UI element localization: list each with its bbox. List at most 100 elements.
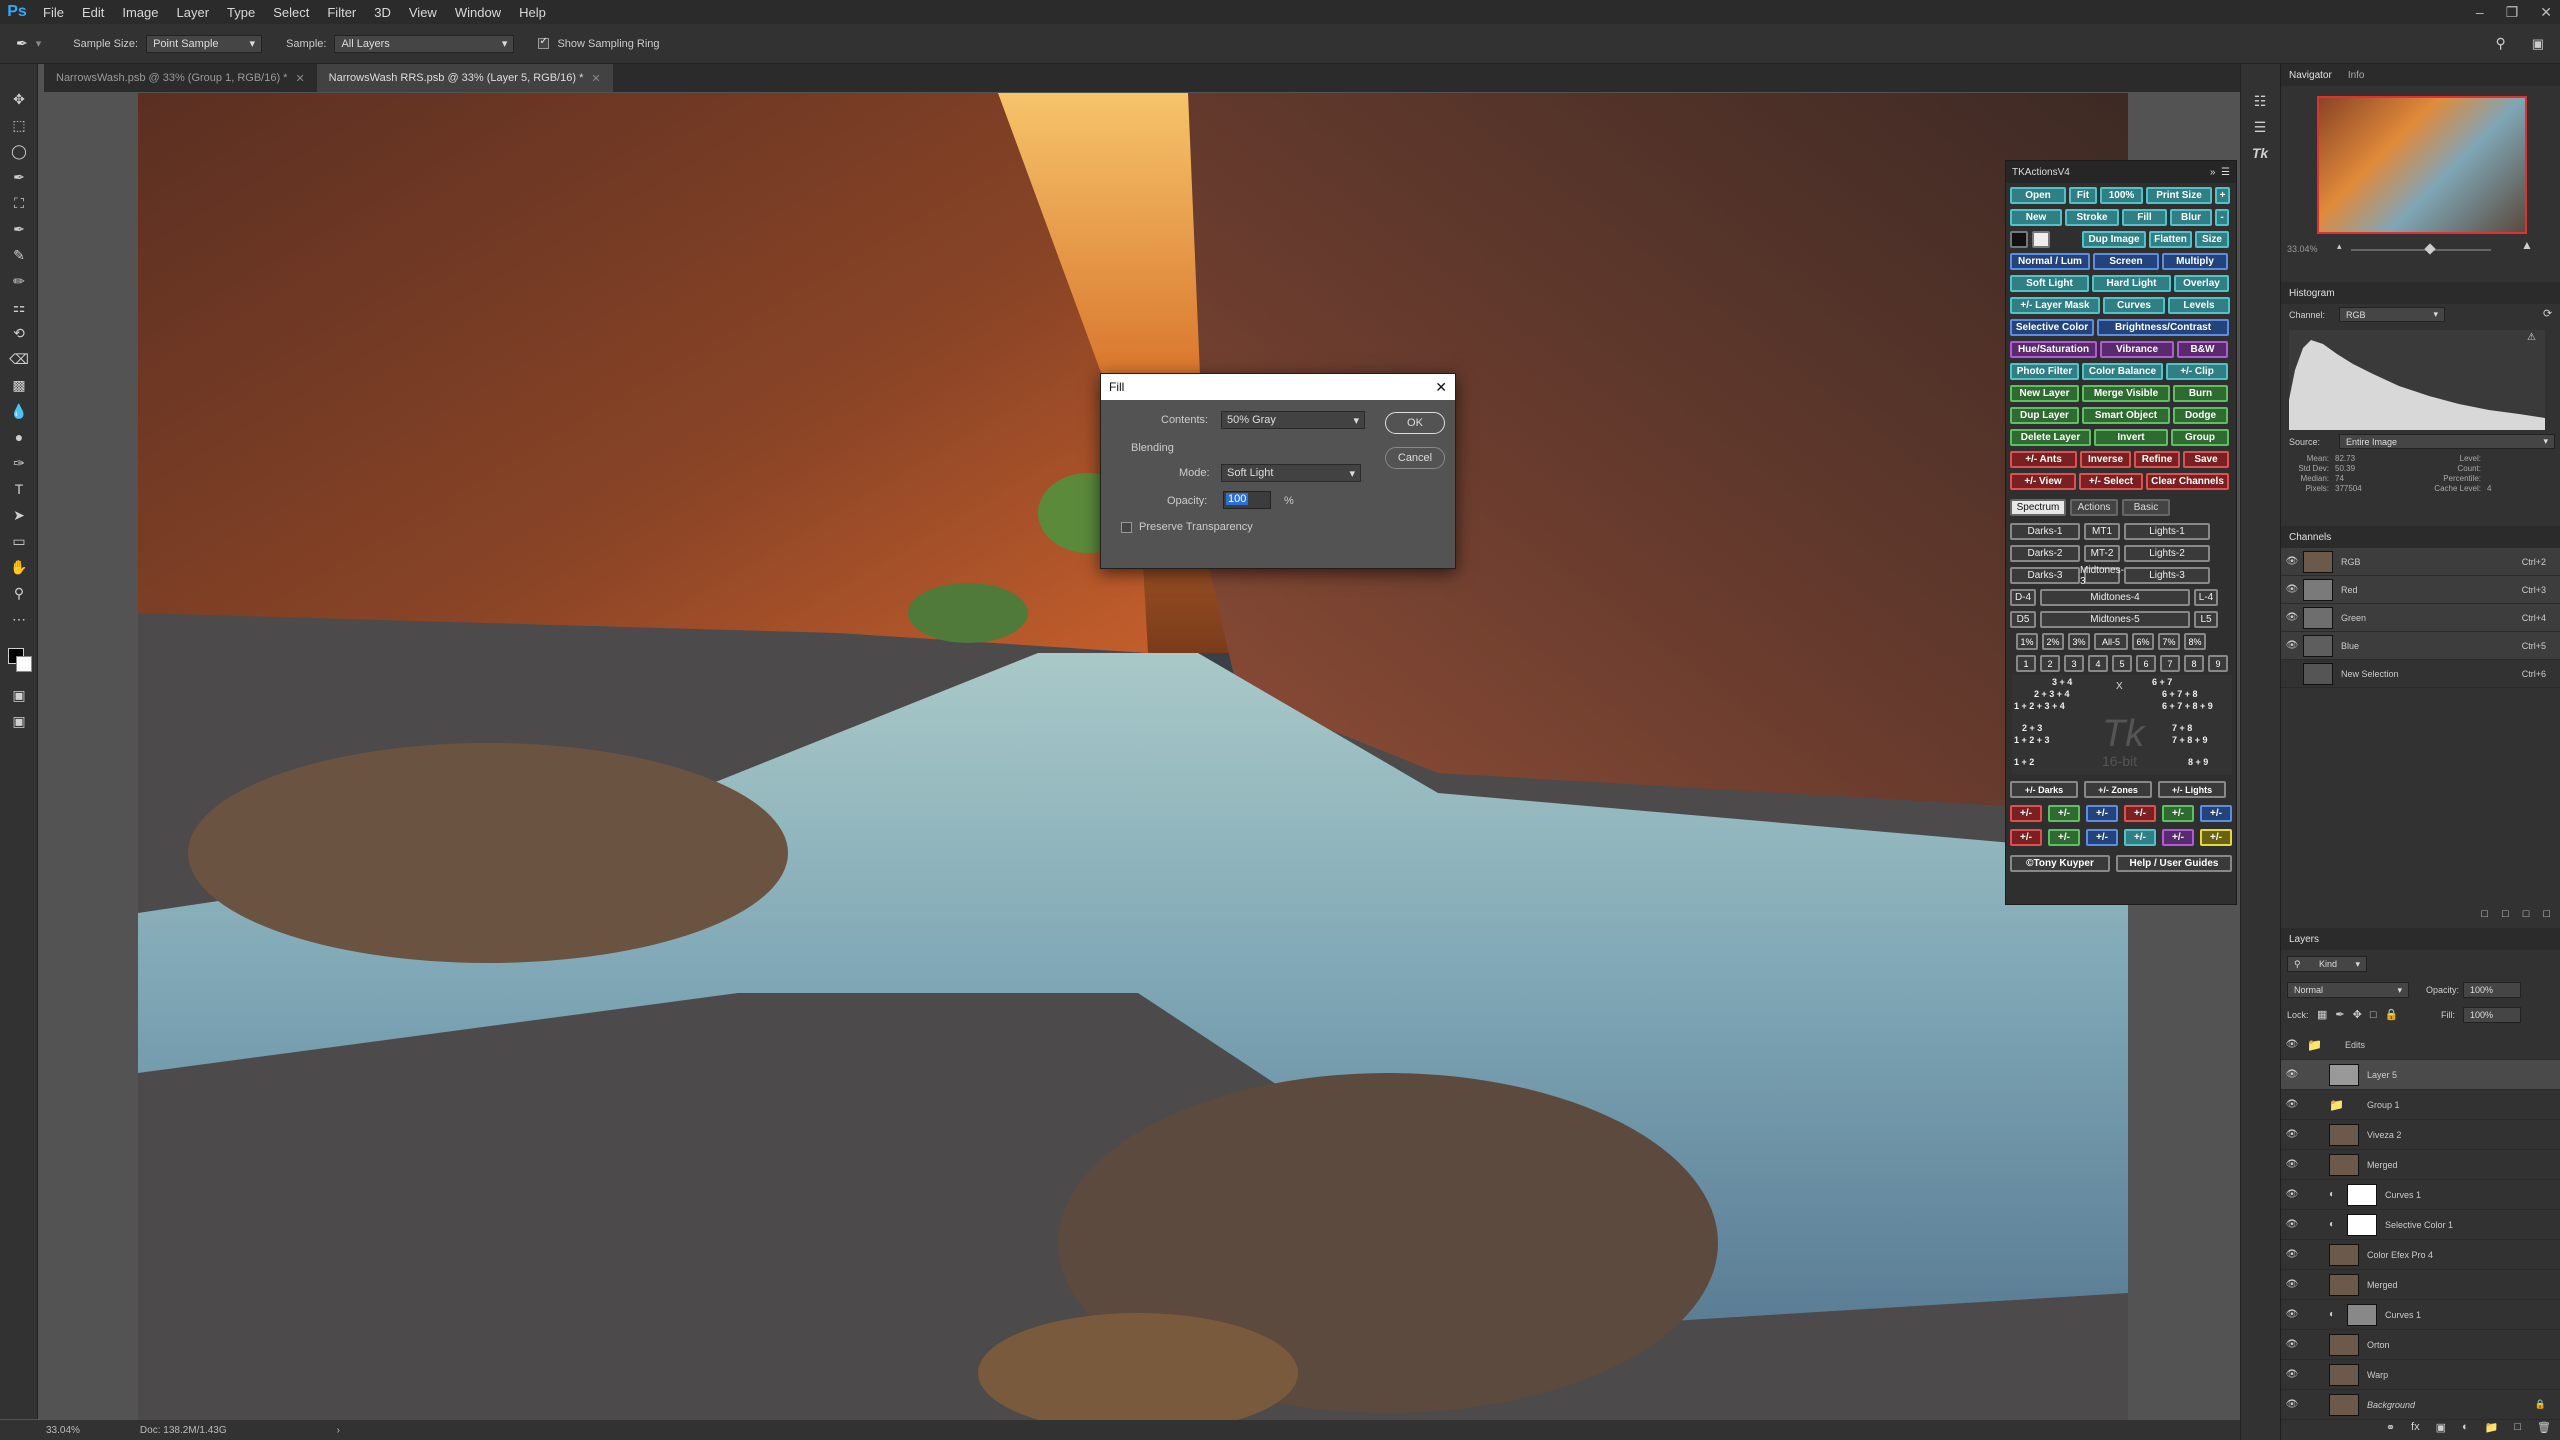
search-icon[interactable]: ⚲ [2495,35,2505,52]
close-window-icon[interactable]: ✕ [2540,4,2552,21]
menu-3d[interactable]: 3D [365,5,400,20]
tk-combo-button[interactable]: 3 + 4 [2052,677,2072,687]
tab-info[interactable]: Info [2348,70,2365,81]
visibility-eye-icon[interactable]: 👁 [2281,1129,2303,1140]
screen-mode-icon[interactable]: ▣ [0,708,38,734]
tk-tab-spectrum[interactable]: Spectrum [2010,499,2066,516]
visibility-eye-icon[interactable]: 👁 [2281,1039,2303,1050]
channel-row[interactable]: 👁 RGB Ctrl+2 [2281,548,2560,576]
lasso-tool-icon[interactable]: ◯ [0,138,38,164]
tk-tab-basic[interactable]: Basic [2122,499,2170,516]
menu-layer[interactable]: Layer [168,5,219,20]
tk-button[interactable]: Delete Layer [2010,429,2091,446]
sample-select[interactable]: All Layers ▾ [334,34,515,53]
tk-toggle-button[interactable]: +/- Zones [2084,781,2152,798]
visibility-eye-icon[interactable]: 👁 [2281,1099,2303,1110]
tk-button[interactable]: +/- View [2010,473,2076,490]
new-channel-icon[interactable]: □ [2523,908,2530,920]
visibility-eye-icon[interactable]: 👁 [2281,1249,2303,1260]
link-layers-icon[interactable]: ⚭ [2386,1421,2395,1434]
layer-row[interactable]: 👁 📁 Edits [2281,1030,2560,1060]
tk-combo-button[interactable]: 1 + 2 + 3 [2014,735,2050,745]
tk-plus-minus-button[interactable]: +/- [2010,805,2042,822]
close-icon[interactable]: ✕ [1435,379,1447,396]
tk-percent-button[interactable]: 7% [2158,633,2180,650]
tk-percent-button[interactable]: 1% [2016,633,2038,650]
document-tab[interactable]: NarrowsWash.psb @ 33% (Group 1, RGB/16) … [44,64,317,92]
tk-button[interactable]: +/- Select [2079,473,2143,490]
color-swatches[interactable] [0,642,37,682]
tk-button[interactable]: Print Size [2146,187,2212,204]
minimize-icon[interactable]: – [2476,4,2484,20]
tk-button[interactable]: Overlay [2174,275,2229,292]
ok-button[interactable]: OK [1385,412,1445,434]
tk-plus-minus-button[interactable]: +/- [2200,829,2232,846]
tk-zone-button[interactable]: D5 [2010,611,2036,628]
layer-row[interactable]: 👁 Orton [2281,1330,2560,1360]
tk-toggle-button[interactable]: +/- Darks [2010,781,2078,798]
tk-zone-button[interactable]: Lights-2 [2124,545,2210,562]
tk-swatch-white[interactable] [2032,231,2050,248]
tk-tab-actions[interactable]: Actions [2070,499,2118,516]
brush-tool-icon[interactable]: ✏ [0,268,38,294]
eraser-icon[interactable]: ⌫ [0,346,38,372]
path-select-icon[interactable]: ➤ [0,502,38,528]
delete-channel-icon[interactable]: □ [2543,908,2550,920]
tk-button[interactable]: Dodge [2173,407,2228,424]
load-selection-icon[interactable]: □ [2481,908,2488,920]
tk-combo-button[interactable]: 6 + 7 + 8 + 9 [2162,701,2213,711]
tk-panel-icon[interactable]: Tk [2241,140,2279,166]
restore-icon[interactable]: ❐ [2506,4,2519,21]
tk-combo-button[interactable]: 1 + 2 + 3 + 4 [2014,701,2065,711]
crop-tool-icon[interactable]: ⛶ [0,190,38,216]
menu-select[interactable]: Select [264,5,318,20]
zoom-slider-handle[interactable] [2424,243,2436,255]
tk-zone-button[interactable]: Lights-1 [2124,523,2210,540]
background-color-swatch[interactable] [16,656,32,672]
save-selection-icon[interactable]: □ [2502,908,2509,920]
tk-zone-button[interactable]: Midtones-4 [2040,589,2190,606]
layer-row[interactable]: 👁 Merged [2281,1270,2560,1300]
more-tools-icon[interactable]: ⋯ [0,606,38,632]
menu-image[interactable]: Image [113,5,167,20]
tk-button[interactable]: Selective Color [2010,319,2094,336]
menu-window[interactable]: Window [446,5,510,20]
tk-combo-button[interactable]: 1 + 2 [2014,757,2034,767]
tk-button[interactable]: Curves [2103,297,2165,314]
tk-zone-button[interactable]: Darks-3 [2010,567,2080,584]
tk-button[interactable]: Stroke [2065,209,2119,226]
tk-combo-button[interactable]: 8 + 9 [2188,757,2208,767]
tk-digit-button[interactable]: 3 [2064,655,2084,672]
refresh-icon[interactable]: ⟳ [2543,307,2552,320]
shape-tool-icon[interactable]: ▭ [0,528,38,554]
tk-plus-minus-button[interactable]: +/- [2010,829,2042,846]
tk-button[interactable]: Multiply [2162,253,2228,270]
chevron-right-icon[interactable]: › [337,1425,340,1436]
type-tool-icon[interactable]: T [0,476,38,502]
layer-row[interactable]: 👁 Merged [2281,1150,2560,1180]
tk-button[interactable]: New Layer [2010,385,2079,402]
layer-row[interactable]: 👁 ◐ Selective Color 1 [2281,1210,2560,1240]
tk-percent-button[interactable]: 3% [2068,633,2090,650]
contents-select[interactable]: 50% Gray ▾ [1221,411,1365,429]
properties-icon[interactable]: ☰ [2241,114,2279,140]
tk-zone-button[interactable]: MT-2 [2084,545,2120,562]
tk-zone-button[interactable]: D-4 [2010,589,2036,606]
visibility-eye-icon[interactable]: 👁 [2281,612,2303,623]
tk-button[interactable]: +/- Clip [2166,363,2228,380]
tk-percent-button[interactable]: All-5 [2094,633,2128,650]
tk-zone-button[interactable]: MT1 [2084,523,2120,540]
tk-zone-button[interactable]: L5 [2194,611,2218,628]
tk-help-button[interactable]: Help / User Guides [2116,855,2232,872]
tk-digit-button[interactable]: 9 [2208,655,2228,672]
tk-combo-button[interactable]: 6 + 7 [2152,677,2172,687]
source-select[interactable]: Entire Image ▾ [2339,434,2555,449]
zoom-in-icon[interactable]: ▲ [2521,238,2533,252]
fx-icon[interactable]: fx [2411,1421,2420,1433]
tk-button[interactable]: B&W [2177,341,2228,358]
tk-button[interactable]: Brightness/Contrast [2097,319,2229,336]
tk-button[interactable]: + [2215,187,2230,204]
visibility-eye-icon[interactable]: 👁 [2281,1219,2303,1230]
warning-icon[interactable]: ⚠ [2527,332,2536,343]
tk-button[interactable]: New [2010,209,2062,226]
